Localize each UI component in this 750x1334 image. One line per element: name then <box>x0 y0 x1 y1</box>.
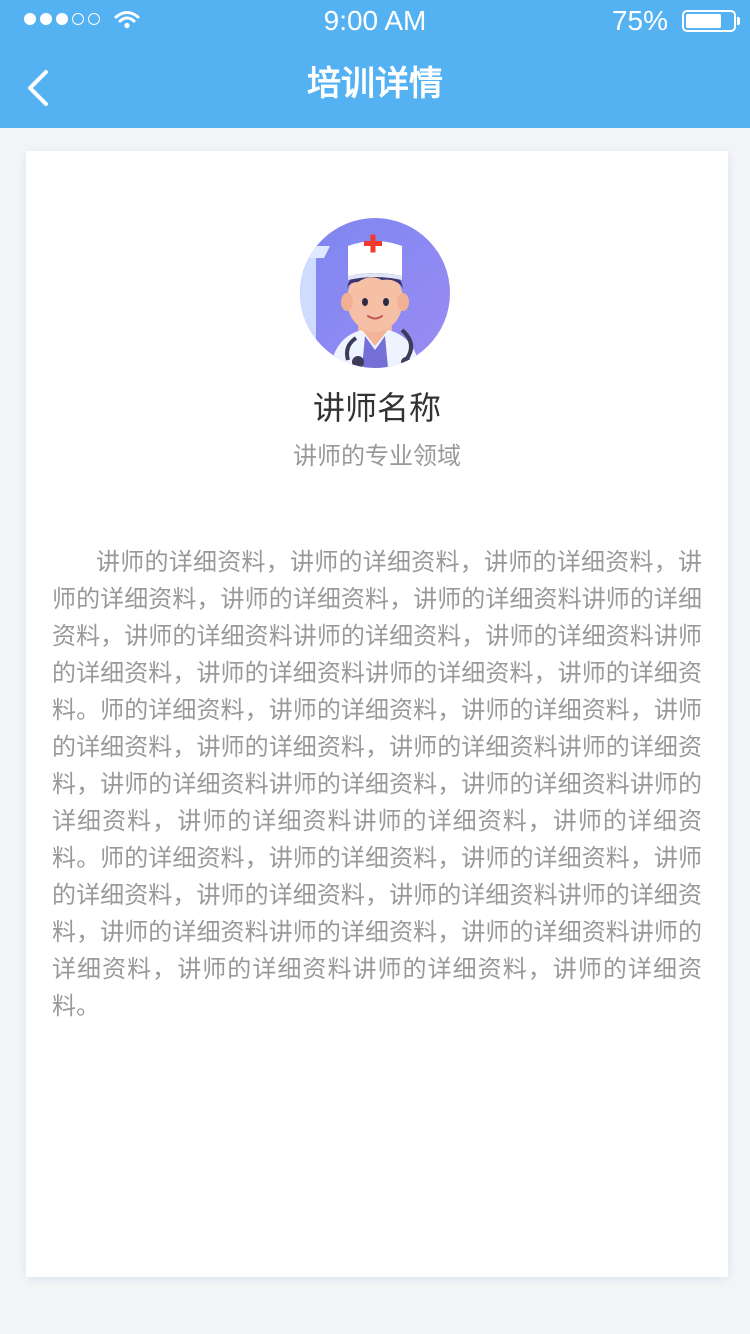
lecturer-name: 讲师名称 <box>312 389 441 427</box>
app-header: 9:00 AM 75% 培训详情 <box>0 0 750 128</box>
status-bar: 9:00 AM 75% <box>0 0 750 40</box>
doctor-avatar-icon <box>300 218 450 368</box>
battery-icon <box>682 10 740 32</box>
lecturer-card: 讲师名称 讲师的专业领域 讲师的详细资料，讲师的详细资料，讲师的详细资料，讲师的… <box>26 151 728 1277</box>
nav-bar: 培训详情 <box>0 40 750 128</box>
lecturer-bio: 讲师的详细资料，讲师的详细资料，讲师的详细资料，讲师的详细资料，讲师的详细资料，… <box>52 548 702 1020</box>
battery-level <box>686 14 721 28</box>
page-title: 培训详情 <box>307 64 443 104</box>
battery-percentage: 75% <box>611 5 668 36</box>
lecturer-field: 讲师的专业领域 <box>293 442 461 470</box>
